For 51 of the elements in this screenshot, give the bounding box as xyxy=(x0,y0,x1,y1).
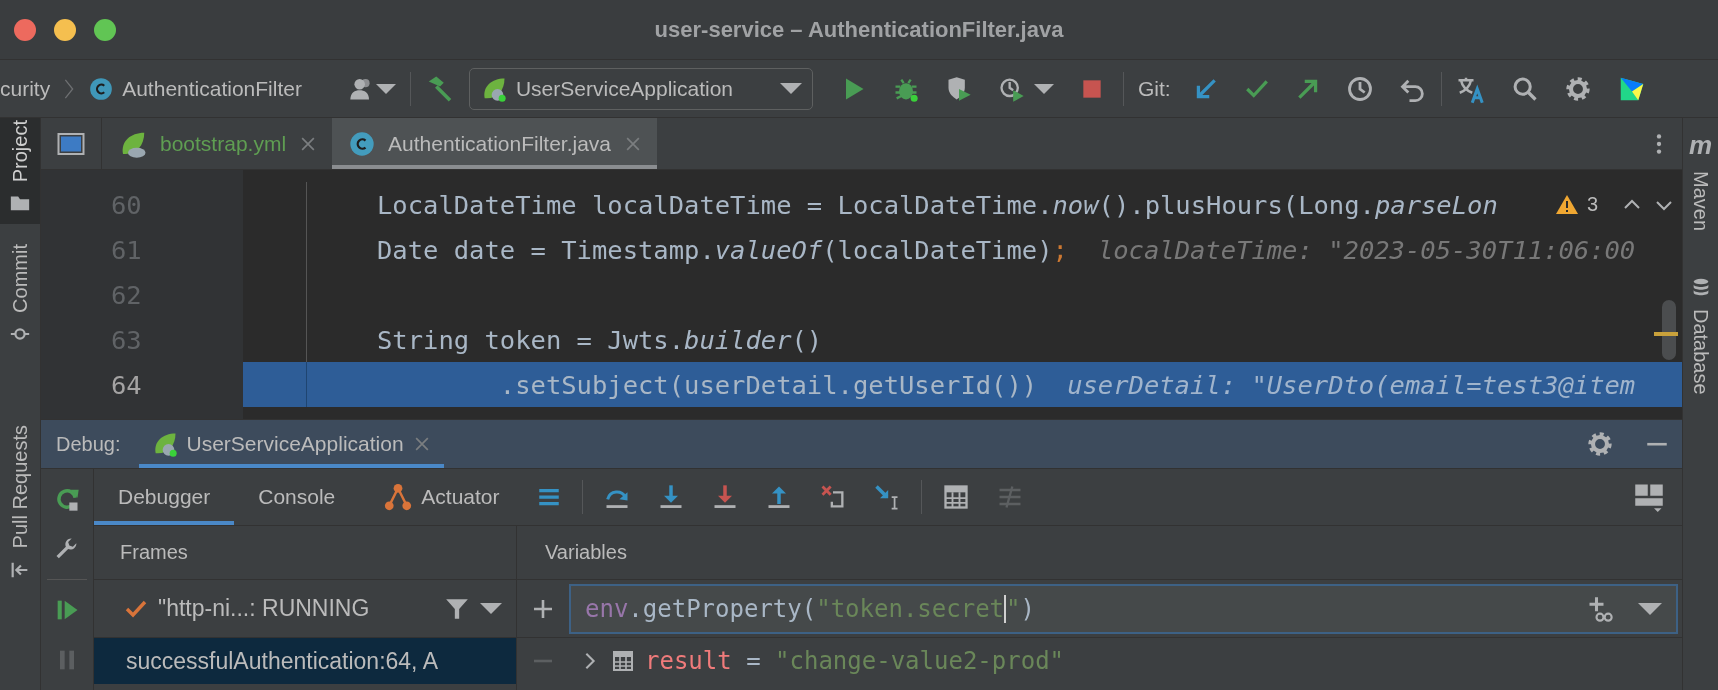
calculator-icon xyxy=(611,649,635,673)
stack-frame[interactable]: successfulAuthentication:64, A xyxy=(94,638,516,684)
code-line: Date date = Timestamp.valueOf(localDateTime); xyxy=(377,234,1068,265)
editor-tab[interactable]: AuthenticationFilter.java xyxy=(332,118,658,169)
code-line: LocalDateTime localDateTime = LocalDateTime.now().plusHours(Long.parseLon xyxy=(377,189,1498,220)
tool-window-tab[interactable]: m Maven xyxy=(1688,130,1713,232)
tool-window-tab[interactable]: Project xyxy=(0,118,40,225)
caret-icon[interactable] xyxy=(1638,602,1662,615)
warning-count[interactable]: 3 xyxy=(1586,193,1598,216)
panel-title: Frames xyxy=(120,541,188,564)
window-title: user-service – AuthenticationFilter.java xyxy=(654,16,1064,43)
settings-icon[interactable] xyxy=(1586,430,1614,458)
breadcrumb-item[interactable]: AuthenticationFilter xyxy=(122,76,302,101)
scrollbar-marker xyxy=(1654,332,1678,336)
caret-icon[interactable] xyxy=(1033,83,1054,94)
settings-icon[interactable] xyxy=(1563,74,1592,103)
class-icon xyxy=(88,75,115,102)
code-editor[interactable] xyxy=(41,170,1682,420)
inline-value-hint: localDateTime: "2023-05-30T11:06:00 xyxy=(1097,234,1636,265)
git-label: Git: xyxy=(1137,76,1171,101)
caret-icon[interactable] xyxy=(480,603,502,614)
close-button[interactable] xyxy=(14,18,36,41)
caret-icon xyxy=(779,83,802,94)
debugger-tab[interactable]: Actuator xyxy=(359,469,524,525)
debug-label: Debug: xyxy=(56,432,121,456)
layout-icon[interactable] xyxy=(1634,482,1664,512)
variable-value: result = "change-value2-prod" xyxy=(645,647,1065,675)
calculator-icon[interactable] xyxy=(941,483,970,511)
code-line: .setSubject(userDetail.getUserId()) xyxy=(498,369,1038,400)
tool-window-tab[interactable]: Commit xyxy=(0,234,40,356)
breadcrumb-item[interactable]: curity xyxy=(0,76,51,101)
class-icon xyxy=(348,129,377,158)
zoom-button[interactable] xyxy=(94,18,116,41)
debugger-tab[interactable]: Debugger xyxy=(94,469,235,525)
debug-session-tab[interactable]: UserServiceApplication xyxy=(138,420,444,468)
caret-icon[interactable] xyxy=(375,83,396,94)
panel-title: Variables xyxy=(545,541,627,564)
line-number: 64 xyxy=(111,369,142,400)
tool-window-tab[interactable]: Database xyxy=(1689,277,1712,395)
clock-icon[interactable] xyxy=(1345,74,1374,103)
run-configuration-dropdown[interactable]: UserServiceApplication xyxy=(468,67,813,110)
editor-tab[interactable]: bootstrap.yml xyxy=(102,118,333,169)
expression-field[interactable]: env.getProperty("token.secret") xyxy=(569,583,1678,634)
tool-window-tab[interactable]: Pull Requests xyxy=(0,415,40,591)
inline-value-hint: userDetail: "UserDto(email=test3@item xyxy=(1067,369,1636,400)
nodes-icon xyxy=(383,482,414,512)
minimize-button[interactable] xyxy=(54,18,76,41)
run-to-cursor-icon[interactable] xyxy=(872,483,901,511)
debugger-tab[interactable]: Console xyxy=(234,469,360,525)
scrollbar-thumb[interactable] xyxy=(1662,300,1676,360)
code-line: String token = Jwts.builder() xyxy=(377,324,823,355)
